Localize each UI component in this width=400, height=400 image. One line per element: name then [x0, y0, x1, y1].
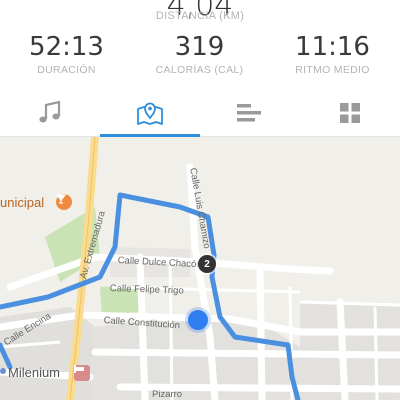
tab-more[interactable]: [300, 90, 400, 136]
hotel-icon[interactable]: [74, 365, 90, 381]
poi-milenium-label: Milenium: [8, 365, 61, 380]
grid-icon: [340, 103, 360, 123]
calories-value: 319: [174, 32, 225, 62]
duration-value: 52:13: [29, 32, 104, 62]
tab-map[interactable]: [100, 90, 200, 137]
cocktail-icon[interactable]: [56, 194, 72, 210]
pace-value: 11:16: [295, 32, 370, 62]
map-pin-icon: [137, 102, 163, 125]
distance-label: DISTANCIA (KM): [155, 10, 245, 22]
tab-music[interactable]: [0, 90, 100, 136]
calories-label: CALORÍAS (CAL): [155, 64, 244, 76]
stat-calories: 319 CALORÍAS (CAL): [133, 32, 266, 76]
stat-duration: 52:13 DURACIÓN: [0, 32, 133, 76]
tab-bar: [0, 90, 400, 137]
split-marker[interactable]: 2: [198, 255, 216, 273]
stats-header: 4,04 DISTANCIA (KM) 52:13 DURACIÓN 319 C…: [0, 0, 400, 90]
route-map[interactable]: unicipal Milenium Av. Extremadura Calle …: [0, 137, 400, 400]
street-pizarro: Pizarro: [152, 389, 183, 400]
duration-label: DURACIÓN: [37, 64, 96, 76]
current-location-dot: [188, 310, 208, 330]
bars-icon: [237, 104, 261, 122]
music-note-icon: [39, 100, 61, 123]
tab-splits[interactable]: [200, 90, 300, 136]
poi-municipal-label: unicipal: [0, 195, 45, 210]
pace-label: RITMO MEDIO: [295, 64, 370, 76]
pin-icon: [0, 368, 6, 374]
stat-pace: 11:16 RITMO MEDIO: [266, 32, 399, 76]
